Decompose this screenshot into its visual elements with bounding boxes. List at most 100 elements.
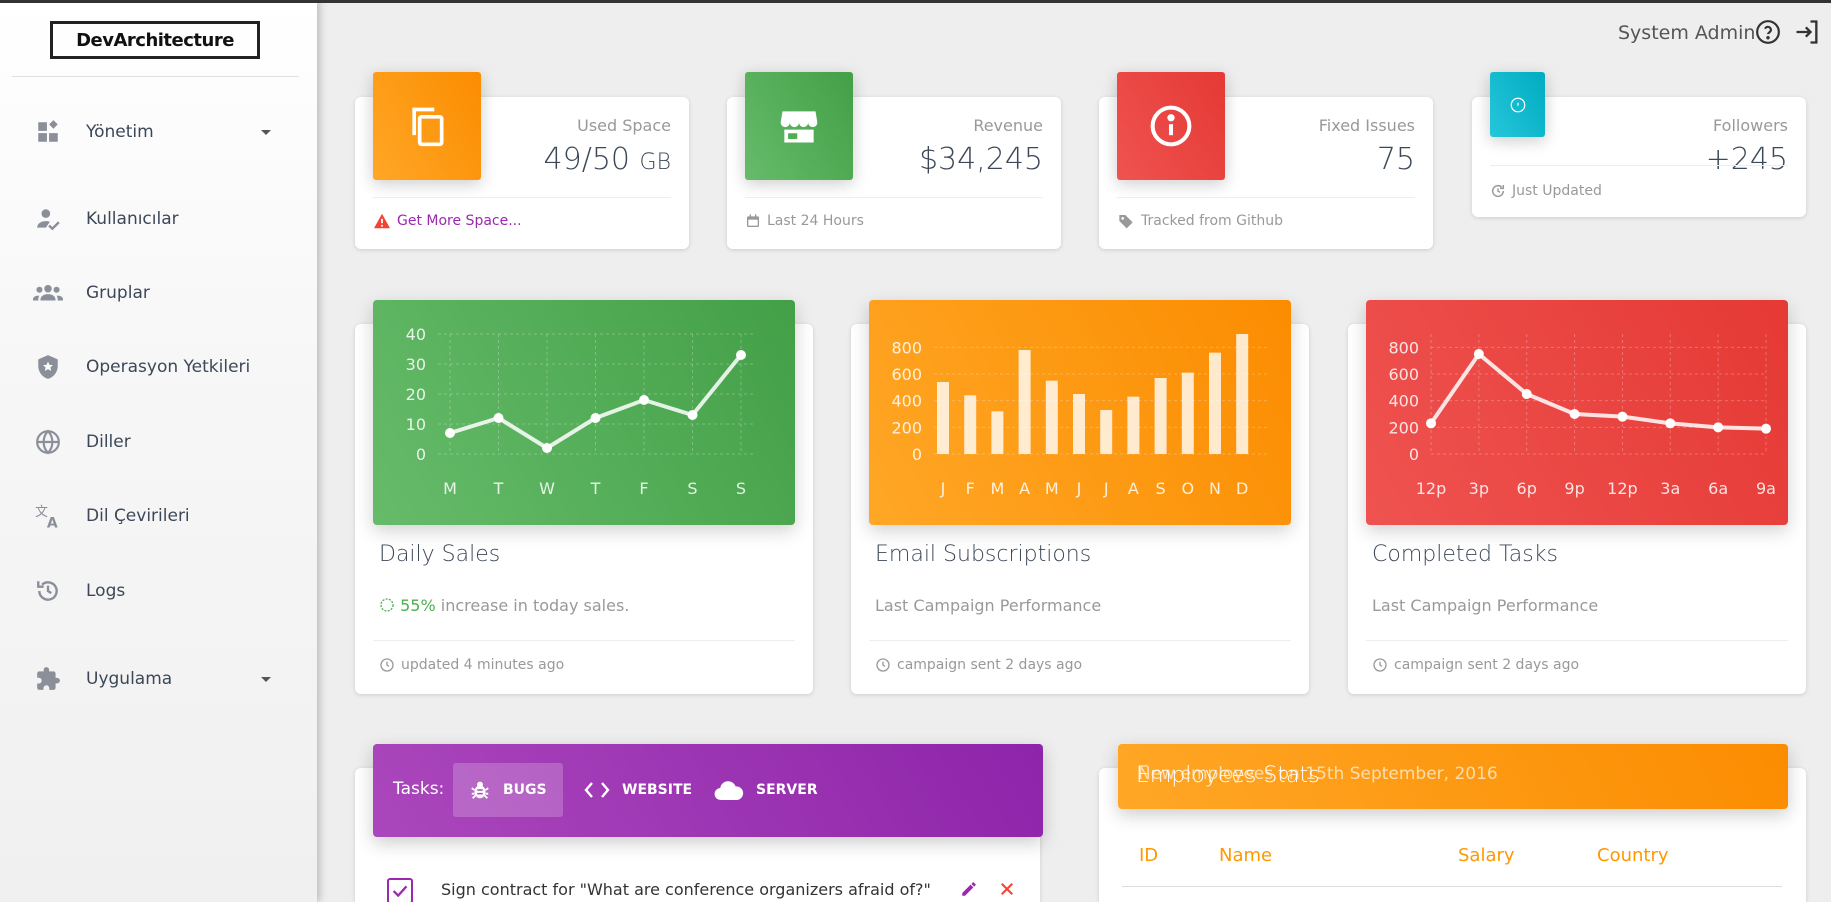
- stat-footer-link[interactable]: Get More Space...: [397, 213, 522, 229]
- stat-category: Revenue: [973, 116, 1043, 135]
- chart-divider: [1366, 640, 1788, 641]
- chart-bar: [1127, 396, 1140, 454]
- x-tick-label: M: [990, 479, 1004, 498]
- help-circle-icon[interactable]: [1755, 19, 1781, 45]
- stat-footer-text: Tracked from Github: [1141, 213, 1283, 229]
- stat-card-followers: Followers +245 Just Updated: [1472, 72, 1806, 217]
- task-checkbox[interactable]: [387, 878, 413, 902]
- y-tick-label: 20: [406, 385, 426, 404]
- sidebar-item-uygulama[interactable]: Uygulama: [0, 654, 317, 704]
- x-tick-label: 9a: [1756, 479, 1776, 498]
- chart-subtitle: 55% increase in today sales.: [379, 596, 629, 615]
- x-tick-label: J: [1103, 479, 1109, 498]
- group-icon: [33, 278, 63, 308]
- sidebar: DevArchitecture Yönetim Kullanıcılar Gru…: [0, 0, 317, 902]
- translate-icon: 文A: [33, 501, 63, 531]
- stat-divider: [1490, 165, 1788, 166]
- sidebar-item-kullanicilar[interactable]: Kullanıcılar: [0, 194, 317, 244]
- table-header-salary[interactable]: Salary: [1458, 845, 1515, 866]
- table-header-country[interactable]: Country: [1597, 845, 1669, 866]
- chart-card-completed-tasks: 0 200 400 600 800 12p 3p 6p 9p 12p 3a 6a 9a Complete…: [1348, 300, 1806, 694]
- chart-title: Email Subscriptions: [875, 542, 1092, 567]
- chart-card-email-subscriptions: 0 200 400 600 800 J F M A M J J A S O N D Email Subscrip…: [851, 300, 1309, 694]
- y-tick-label: 0: [912, 445, 922, 464]
- chart-subtitle: Last Campaign Performance: [875, 596, 1102, 615]
- sidebar-item-label: Gruplar: [86, 283, 150, 303]
- table-header-id[interactable]: ID: [1139, 845, 1158, 866]
- update-icon: [1491, 184, 1505, 198]
- sidebar-item-label: Yönetim: [86, 122, 154, 142]
- chart-bar: [1236, 334, 1249, 454]
- data-point: [736, 350, 746, 360]
- data-point: [493, 413, 504, 423]
- x-tick-label: S: [1156, 479, 1166, 498]
- history-icon: [33, 576, 63, 606]
- sidebar-item-gruplar[interactable]: Gruplar: [0, 268, 317, 318]
- stat-value: +245: [1705, 142, 1788, 177]
- chart-bar: [964, 395, 977, 454]
- app-logo[interactable]: DevArchitecture: [50, 21, 260, 59]
- y-tick-label: 30: [406, 355, 426, 374]
- y-tick-label: 200: [891, 418, 922, 437]
- stat-footer[interactable]: Get More Space...: [373, 213, 522, 229]
- dashboard-icon: [33, 117, 63, 147]
- copy-icon: [373, 72, 481, 180]
- x-tick-label: 3p: [1469, 479, 1489, 498]
- data-point: [1569, 409, 1580, 419]
- sidebar-item-dil-cevirileri[interactable]: 文A Dil Çevirileri: [0, 491, 317, 541]
- twitter-icon: [1490, 72, 1545, 137]
- cloud-icon: [714, 781, 744, 801]
- close-icon[interactable]: [998, 880, 1016, 898]
- logout-icon[interactable]: [1793, 18, 1821, 46]
- employees-title: Employees Stats: [1136, 763, 1320, 788]
- y-tick-label: 200: [1388, 418, 1419, 437]
- puzzle-icon: [33, 664, 63, 694]
- y-tick-label: 400: [891, 392, 922, 411]
- store-icon: [745, 72, 853, 180]
- chart-bar: [937, 382, 949, 454]
- x-tick-label: S: [736, 479, 746, 498]
- stat-value: 49/50 GB: [543, 142, 671, 177]
- y-tick-label: 10: [406, 415, 426, 434]
- x-tick-label: N: [1209, 479, 1221, 498]
- stat-divider: [745, 197, 1043, 198]
- chart-bar: [991, 411, 1004, 454]
- stat-category: Fixed Issues: [1318, 116, 1415, 135]
- x-tick-label: 6a: [1708, 479, 1728, 498]
- tab-server[interactable]: SERVER: [698, 763, 834, 817]
- tasks-header: Tasks: BUGS WEBSITE SERVER: [373, 744, 1043, 837]
- chart-card-daily-sales: 0 10 20 30 40 M T W T F S S Daily Sales 55% increas…: [355, 300, 813, 694]
- edit-icon[interactable]: [960, 880, 978, 898]
- stat-divider: [1117, 197, 1415, 198]
- chart-bar: [1018, 350, 1031, 454]
- sidebar-item-diller[interactable]: Diller: [0, 417, 317, 467]
- sidebar-item-label: Dil Çevirileri: [86, 506, 190, 526]
- table-header-divider: [1122, 886, 1782, 887]
- x-tick-label: M: [443, 479, 457, 498]
- sidebar-item-label: Uygulama: [86, 669, 173, 689]
- chart-footer: campaign sent 2 days ago: [1372, 657, 1579, 673]
- clock-icon: [876, 658, 890, 672]
- data-point: [542, 443, 552, 453]
- sidebar-item-operasyon-yetkileri[interactable]: Operasyon Yetkileri: [0, 342, 317, 392]
- shield-star-icon: [33, 352, 63, 382]
- chart-bar: [1100, 410, 1113, 454]
- chevron-down-icon: [261, 129, 271, 135]
- x-tick-label: J: [1076, 479, 1082, 498]
- sidebar-item-yonetim[interactable]: Yönetim: [0, 107, 317, 157]
- x-tick-label: D: [1236, 479, 1248, 498]
- x-tick-label: 12p: [1416, 479, 1447, 498]
- y-tick-label: 800: [1388, 338, 1419, 357]
- table-header-name[interactable]: Name: [1219, 845, 1272, 866]
- current-user-name[interactable]: System Admin: [1618, 22, 1755, 44]
- stat-footer: Just Updated: [1490, 183, 1602, 199]
- x-tick-label: T: [493, 479, 504, 498]
- chart-bar: [1181, 372, 1194, 454]
- tab-website[interactable]: WEBSITE: [568, 763, 708, 817]
- chart-bar: [1209, 352, 1221, 454]
- tab-bugs[interactable]: BUGS: [453, 763, 563, 817]
- tag-icon: [1119, 215, 1133, 229]
- sidebar-item-logs[interactable]: Logs: [0, 566, 317, 616]
- stat-footer-text: Last 24 Hours: [767, 213, 864, 229]
- data-point: [639, 395, 649, 405]
